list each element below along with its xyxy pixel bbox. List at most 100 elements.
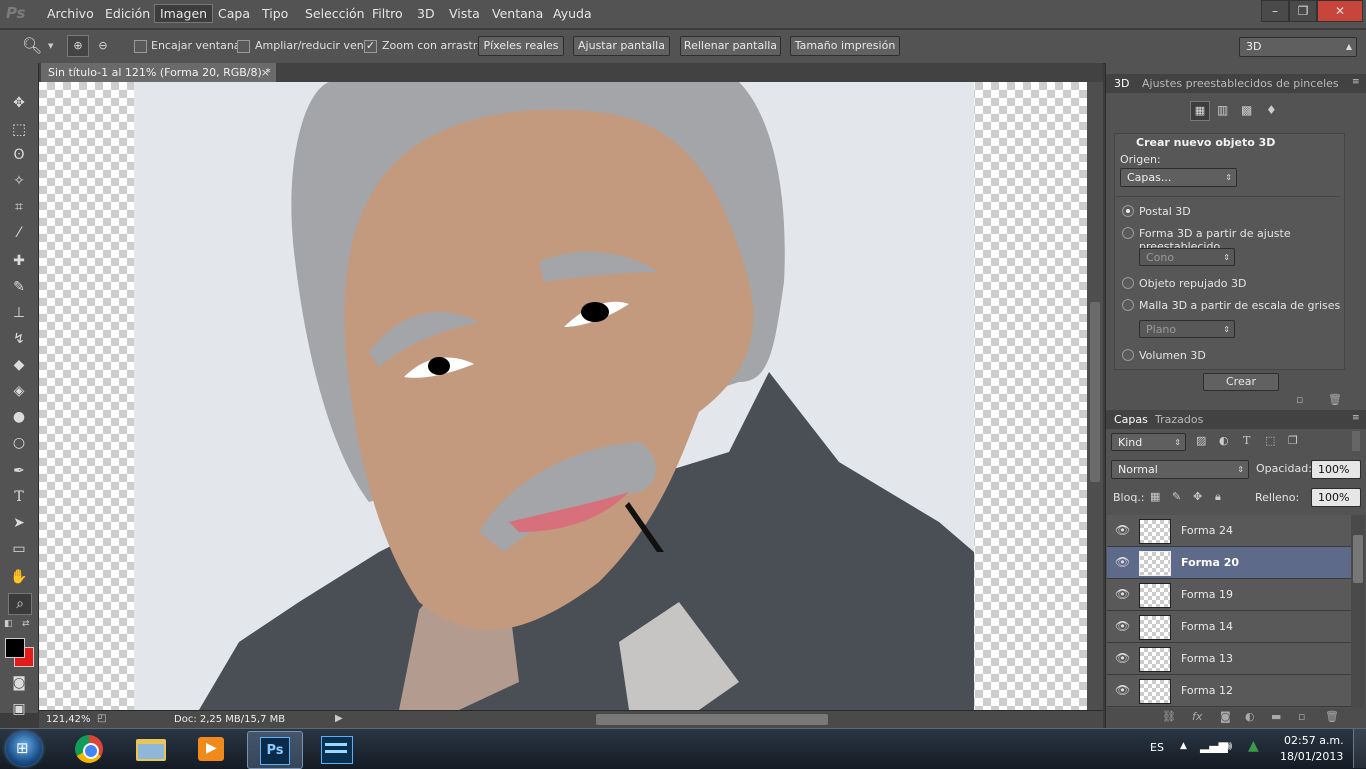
tab-3d[interactable]: 3D xyxy=(1114,75,1129,93)
fill-screen-button[interactable]: Rellenar pantalla xyxy=(680,36,781,56)
rectangle-tool-icon[interactable]: ▭ xyxy=(8,539,30,559)
zoom-tool-active-icon[interactable]: ⌕ xyxy=(8,593,32,615)
layers-panel-menu-icon[interactable]: ≡ xyxy=(1352,413,1360,423)
status-menu-arrow-icon[interactable]: ▶ xyxy=(335,713,343,724)
quick-mask-icon[interactable]: ◙ xyxy=(8,673,30,693)
menu-3d[interactable]: 3D xyxy=(417,6,435,21)
eye-icon[interactable]: 👁︎ xyxy=(1115,619,1130,633)
layer-mask-icon[interactable]: ◙ xyxy=(1220,710,1231,723)
app-taskbar-icon[interactable] xyxy=(309,731,363,767)
language-indicator[interactable]: ES xyxy=(1150,741,1164,754)
filter-adjustment-icon[interactable]: ◐ xyxy=(1219,434,1229,447)
photoshop-taskbar-icon[interactable]: Ps xyxy=(247,731,303,769)
type-tool-icon[interactable]: T xyxy=(8,487,30,507)
menu-ventana[interactable]: Ventana xyxy=(492,6,543,21)
menu-filtro[interactable]: Filtro xyxy=(372,6,403,21)
blend-mode-select[interactable]: Normal ⇕ xyxy=(1111,460,1249,479)
lock-position-icon[interactable]: ✥ xyxy=(1193,490,1202,503)
fit-screen-button[interactable]: Ajustar pantalla xyxy=(573,36,670,56)
zoom-level[interactable]: 121,42% xyxy=(46,714,91,725)
meshes-icon[interactable]: ▥ xyxy=(1217,103,1228,117)
vertical-scroll-thumb[interactable] xyxy=(1090,302,1100,482)
status-info-icon[interactable]: ◰ xyxy=(97,713,106,724)
file-explorer-taskbar-icon[interactable] xyxy=(124,731,178,767)
opacity-input[interactable]: 100% xyxy=(1311,460,1361,479)
screen-mode-icon[interactable]: ▣ xyxy=(8,699,30,719)
layer-row[interactable]: 👁︎ Forma 24 xyxy=(1107,515,1351,547)
media-player-taskbar-icon[interactable]: ▶ xyxy=(184,731,238,767)
paint-bucket-tool-icon[interactable]: ◈ xyxy=(8,381,30,401)
layers-scroll-thumb[interactable] xyxy=(1353,535,1363,583)
actual-pixels-button[interactable]: Píxeles reales xyxy=(478,36,564,56)
menu-vista[interactable]: Vista xyxy=(449,6,480,21)
close-tab-icon[interactable]: × xyxy=(261,63,270,82)
whole-scene-icon[interactable]: ▦ xyxy=(1190,101,1210,121)
link-layers-icon[interactable]: ⛓ xyxy=(1162,710,1176,723)
marquee-tool-icon[interactable]: ⬚ xyxy=(8,119,30,139)
swap-colors-icon[interactable]: ⇄ xyxy=(22,619,30,629)
layer-filter-select[interactable]: Kind ⇕ xyxy=(1111,433,1186,451)
lights-icon[interactable]: ♦ xyxy=(1266,103,1277,117)
zoom-tool-icon[interactable]: 🔍︎ xyxy=(22,36,42,55)
clock-time[interactable]: 02:57 a.m. xyxy=(1284,734,1344,747)
tool-preset-arrow-icon[interactable]: ▼ xyxy=(48,42,53,50)
default-colors-icon[interactable]: ◧ xyxy=(4,619,13,629)
pen-tool-icon[interactable]: ✒ xyxy=(8,461,30,481)
magic-wand-tool-icon[interactable]: ✧ xyxy=(8,171,30,191)
menu-imagen[interactable]: Imagen xyxy=(154,4,214,23)
delete-layer-icon[interactable]: 🗑︎ xyxy=(1325,710,1339,723)
group-folder-icon[interactable]: ▬ xyxy=(1271,710,1281,723)
canvas[interactable] xyxy=(39,82,1087,710)
canvas-vertical-scrollbar[interactable] xyxy=(1087,82,1103,710)
zoom-in-icon[interactable]: ⊕ xyxy=(67,35,89,57)
menu-edicion[interactable]: Edición xyxy=(105,6,150,21)
create-button[interactable]: Crear xyxy=(1203,373,1279,391)
filter-pixel-icon[interactable]: ▨ xyxy=(1196,434,1206,447)
panel-menu-icon[interactable]: ≡ xyxy=(1352,77,1360,87)
trash-icon[interactable]: 🗑︎ xyxy=(1328,393,1342,406)
menu-capa[interactable]: Capa xyxy=(218,6,250,21)
path-selection-tool-icon[interactable]: ➤ xyxy=(8,513,30,533)
workspace-select[interactable]: 3D ▲ xyxy=(1239,37,1357,57)
clone-stamp-tool-icon[interactable]: ⊥ xyxy=(8,303,30,323)
show-hidden-icons-icon[interactable]: ▲ xyxy=(1180,741,1187,751)
tab-brush-presets[interactable]: Ajustes preestablecidos de pinceles xyxy=(1142,75,1339,93)
google-drive-icon[interactable]: ▲ xyxy=(1248,738,1259,754)
hand-tool-icon[interactable]: ✋ xyxy=(8,567,30,587)
dodge-tool-icon[interactable]: ○ xyxy=(8,433,30,453)
eye-icon[interactable]: 👁︎ xyxy=(1115,651,1130,665)
layer-row-selected[interactable]: 👁︎ Forma 20 xyxy=(1107,547,1351,579)
scrubby-zoom-checkbox[interactable]: ✓ xyxy=(364,40,377,53)
crop-tool-icon[interactable]: ⌗ xyxy=(8,197,30,217)
start-button[interactable]: ⊞ xyxy=(6,732,42,766)
preset-shape-select[interactable]: Cono ⇕ xyxy=(1139,248,1235,266)
layer-row[interactable]: 👁︎ Forma 19 xyxy=(1107,579,1351,611)
move-tool-icon[interactable]: ✥ xyxy=(8,93,30,113)
layer-row[interactable]: 👁︎ Forma 12 xyxy=(1107,675,1351,707)
brush-tool-icon[interactable]: ✎ xyxy=(8,277,30,297)
eye-icon[interactable]: 👁︎ xyxy=(1115,523,1130,537)
eye-icon[interactable]: 👁︎ xyxy=(1115,555,1130,569)
shape-preset-radio[interactable] xyxy=(1122,227,1134,239)
layer-row[interactable]: 👁︎ Forma 14 xyxy=(1107,611,1351,643)
filter-shape-icon[interactable]: ⬚ xyxy=(1265,434,1275,447)
tab-paths[interactable]: Trazados xyxy=(1155,411,1203,429)
minimize-button[interactable]: – xyxy=(1261,0,1289,22)
maximize-button[interactable]: ❐ xyxy=(1289,0,1317,22)
postal-3d-radio[interactable] xyxy=(1122,205,1134,217)
healing-brush-tool-icon[interactable]: ✚ xyxy=(8,251,30,271)
materials-icon[interactable]: ▩ xyxy=(1241,103,1252,117)
new-layer-icon[interactable]: ▫ xyxy=(1296,393,1303,406)
foreground-color-swatch[interactable] xyxy=(5,638,25,658)
adjustment-layer-icon[interactable]: ◐ xyxy=(1245,710,1255,723)
tab-layers[interactable]: Capas xyxy=(1114,411,1148,429)
menu-ayuda[interactable]: Ayuda xyxy=(553,6,592,21)
chrome-taskbar-icon[interactable] xyxy=(62,731,116,767)
grayscale-mode-select[interactable]: Plano ⇕ xyxy=(1139,320,1235,338)
zoom-out-icon[interactable]: ⊖ xyxy=(93,36,113,56)
history-brush-tool-icon[interactable]: ↯ xyxy=(8,329,30,349)
layer-row[interactable]: 👁︎ Forma 13 xyxy=(1107,643,1351,675)
resize-windows-checkbox[interactable] xyxy=(237,40,250,53)
layers-scrollbar[interactable] xyxy=(1351,515,1365,708)
grayscale-mesh-radio[interactable] xyxy=(1122,299,1134,311)
